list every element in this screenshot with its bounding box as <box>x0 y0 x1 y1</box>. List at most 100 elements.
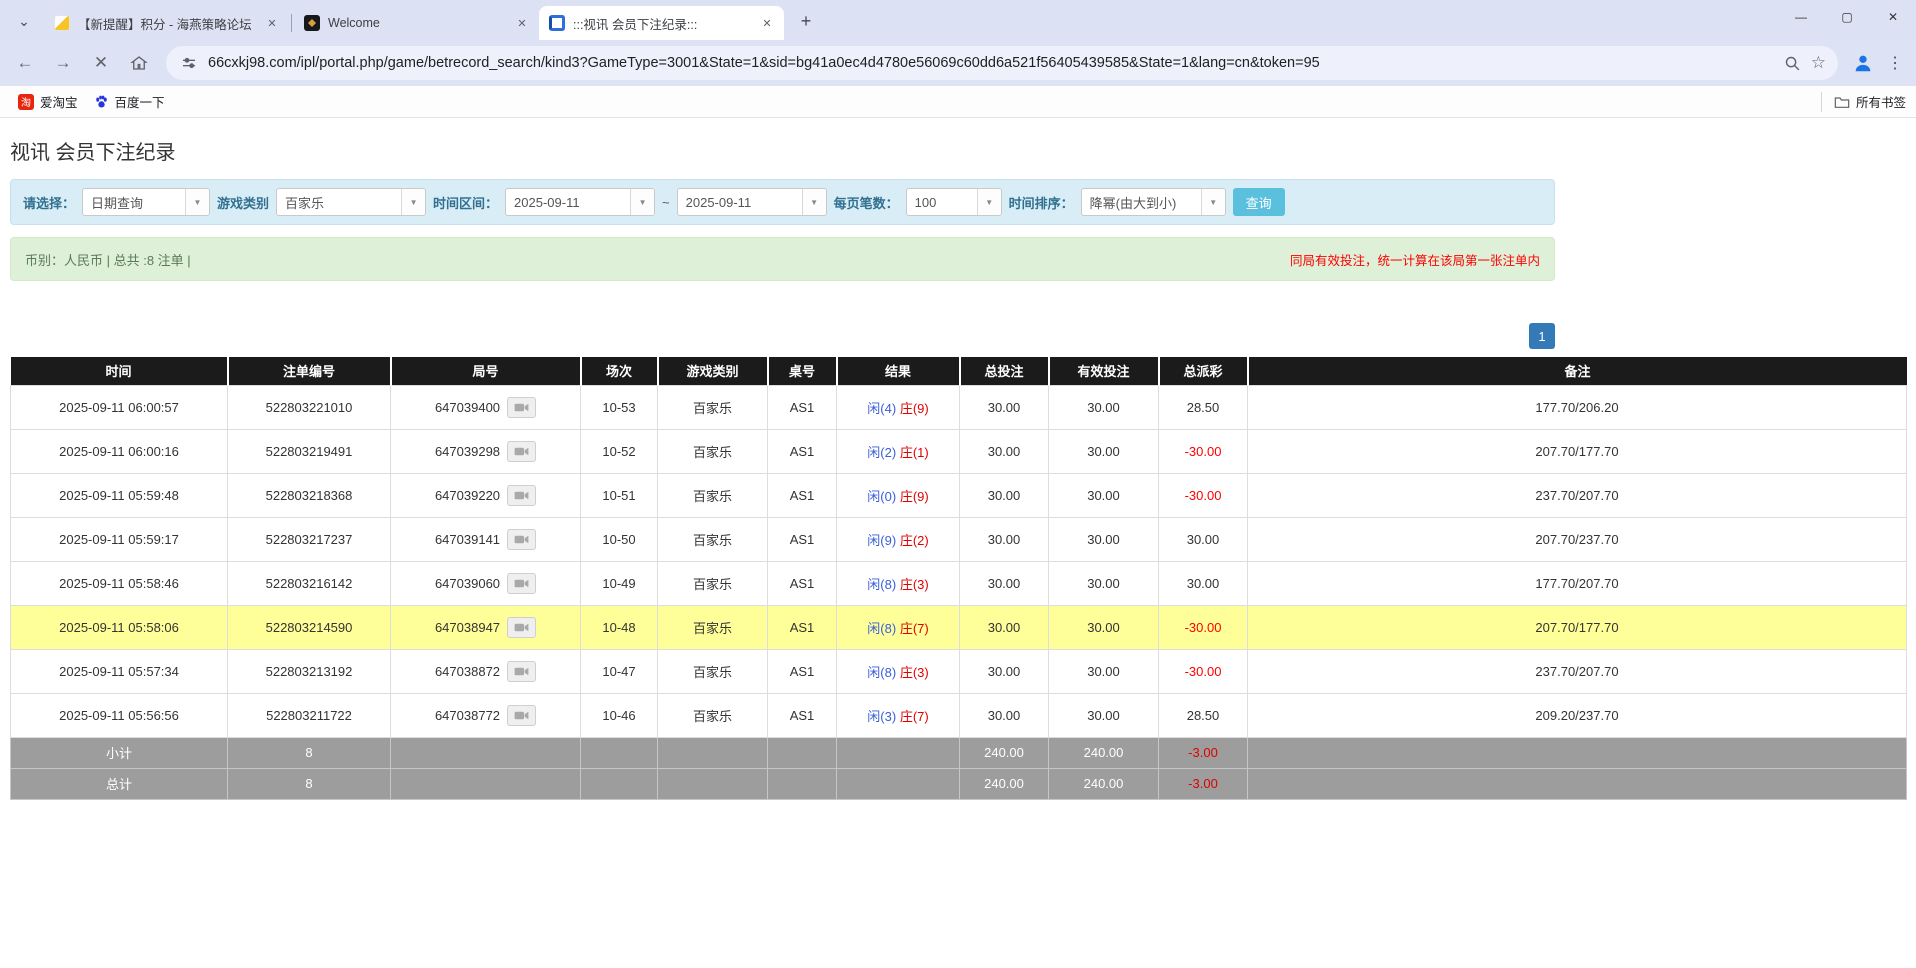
table-header-row: 时间 注单编号 局号 场次 游戏类别 桌号 结果 总投注 有效投注 总派彩 备注 <box>11 357 1907 385</box>
cell-game-type: 百家乐 <box>658 693 768 737</box>
minimize-button[interactable]: — <box>1778 0 1824 34</box>
bookmark-star-icon[interactable]: ☆ <box>1811 53 1826 73</box>
cell-payout: 30.00 <box>1159 561 1248 605</box>
bookmark-baidu[interactable]: 百度一下 <box>86 89 173 114</box>
replay-video-button[interactable] <box>507 705 536 726</box>
cell-result: 闲(9) 庄(2) <box>837 517 960 561</box>
home-icon <box>130 54 148 72</box>
folder-icon <box>1834 95 1850 109</box>
cell-session: 10-53 <box>581 385 658 429</box>
tab-close-icon[interactable]: ✕ <box>263 14 281 32</box>
home-button[interactable] <box>122 46 156 80</box>
game-type-select[interactable]: 百家乐 ▼ <box>276 188 426 216</box>
round-number: 647039298 <box>435 444 500 459</box>
bookmark-label: 百度一下 <box>115 92 165 111</box>
tab-title: 【新提醒】积分 - 海燕策略论坛 <box>78 14 257 33</box>
per-page-value: 100 <box>907 195 977 210</box>
cell-round: 647038947 <box>391 605 581 649</box>
tab-welcome[interactable]: Welcome ✕ <box>294 6 539 40</box>
cell-total-bet[interactable]: 30.00 <box>960 473 1049 517</box>
replay-video-button[interactable] <box>507 441 536 462</box>
cell-valid-bet: 30.00 <box>1049 385 1159 429</box>
result-banker: 庄(9) <box>900 489 929 504</box>
cell-payout: 28.50 <box>1159 385 1248 429</box>
tab-search-chevron-icon[interactable]: ⌄ <box>10 7 38 35</box>
tab-close-icon[interactable]: ✕ <box>758 14 776 32</box>
url-text[interactable]: 66cxkj98.com/ipl/portal.php/game/betreco… <box>208 55 1784 71</box>
replay-video-button[interactable] <box>507 529 536 550</box>
cell-time: 2025-09-11 05:57:34 <box>11 649 228 693</box>
cell-note: 177.70/206.20 <box>1248 385 1907 429</box>
chevron-down-icon[interactable]: ▼ <box>630 189 654 215</box>
cell-bet-id: 522803217237 <box>228 517 391 561</box>
cell-round: 647039400 <box>391 385 581 429</box>
total-row: 总计8240.00240.00-3.00 <box>11 768 1907 799</box>
subtotal-label: 小计 <box>11 737 228 768</box>
table-row: 2025-09-11 06:00:16522803219491647039298… <box>11 429 1907 473</box>
replay-video-button[interactable] <box>507 485 536 506</box>
query-type-select[interactable]: 日期查询 ▼ <box>82 188 210 216</box>
cell-note: 207.70/177.70 <box>1248 429 1907 473</box>
cell-result: 闲(8) 庄(3) <box>837 561 960 605</box>
new-tab-button[interactable]: + <box>792 7 820 35</box>
replay-video-button[interactable] <box>507 573 536 594</box>
query-button[interactable]: 查询 <box>1233 188 1285 216</box>
cell-total-bet[interactable]: 30.00 <box>960 649 1049 693</box>
replay-video-button[interactable] <box>507 661 536 682</box>
subtotal-row: 小计8240.00240.00-3.00 <box>11 737 1907 768</box>
cell-valid-bet: 30.00 <box>1049 649 1159 693</box>
cell-time: 2025-09-11 05:58:46 <box>11 561 228 605</box>
table-row: 2025-09-11 05:59:17522803217237647039141… <box>11 517 1907 561</box>
cell-total-bet[interactable]: 30.00 <box>960 517 1049 561</box>
cell-total-bet[interactable]: 30.00 <box>960 429 1049 473</box>
chevron-down-icon[interactable]: ▼ <box>401 189 425 215</box>
header-result: 结果 <box>837 357 960 385</box>
chevron-down-icon[interactable]: ▼ <box>802 189 826 215</box>
chevron-down-icon[interactable]: ▼ <box>1201 189 1225 215</box>
cell-round: 647039298 <box>391 429 581 473</box>
total-label: 总计 <box>11 768 228 799</box>
table-body: 2025-09-11 06:00:57522803221010647039400… <box>11 385 1907 799</box>
chevron-down-icon[interactable]: ▼ <box>185 189 209 215</box>
date-to-select[interactable]: 2025-09-11 ▼ <box>677 188 827 216</box>
cell-table-no: AS1 <box>768 605 837 649</box>
back-button[interactable]: ← <box>8 46 42 80</box>
result-banker: 庄(3) <box>900 665 929 680</box>
tab-close-icon[interactable]: ✕ <box>513 14 531 32</box>
stop-button[interactable]: ✕ <box>84 46 118 80</box>
result-player: 闲(9) <box>867 533 896 548</box>
close-window-button[interactable]: ✕ <box>1870 0 1916 34</box>
cell-valid-bet: 30.00 <box>1049 473 1159 517</box>
cell-round: 647039141 <box>391 517 581 561</box>
tab-forum[interactable]: 【新提醒】积分 - 海燕策略论坛 ✕ <box>44 6 289 40</box>
site-settings-icon[interactable] <box>178 52 200 74</box>
round-number: 647039220 <box>435 488 500 503</box>
bookmark-aitaobao[interactable]: 淘 爱淘宝 <box>10 89 86 114</box>
video-replay-icon <box>514 666 529 677</box>
cell-total-bet[interactable]: 30.00 <box>960 693 1049 737</box>
date-to-value: 2025-09-11 <box>678 195 802 210</box>
all-bookmarks-button[interactable]: 所有书签 <box>1821 92 1906 112</box>
maximize-button[interactable]: ▢ <box>1824 0 1870 34</box>
tab-bet-record[interactable]: :::视讯 会员下注纪录::: ✕ <box>539 6 784 40</box>
replay-video-button[interactable] <box>507 397 536 418</box>
total-count: 8 <box>228 768 391 799</box>
zoom-icon[interactable] <box>1784 55 1801 72</box>
result-player: 闲(3) <box>867 709 896 724</box>
url-bar[interactable]: 66cxkj98.com/ipl/portal.php/game/betreco… <box>166 46 1838 80</box>
date-from-select[interactable]: 2025-09-11 ▼ <box>505 188 655 216</box>
cell-total-bet[interactable]: 30.00 <box>960 561 1049 605</box>
replay-video-button[interactable] <box>507 617 536 638</box>
cell-total-bet[interactable]: 30.00 <box>960 385 1049 429</box>
chevron-down-icon[interactable]: ▼ <box>977 189 1001 215</box>
browser-menu-icon[interactable]: ⋮ <box>1882 48 1908 78</box>
cell-valid-bet: 30.00 <box>1049 517 1159 561</box>
profile-avatar[interactable] <box>1848 48 1878 78</box>
forward-button[interactable]: → <box>46 46 80 80</box>
cell-total-bet[interactable]: 30.00 <box>960 605 1049 649</box>
sort-select[interactable]: 降幂(由大到小) ▼ <box>1081 188 1226 216</box>
table-row: 2025-09-11 05:56:56522803211722647038772… <box>11 693 1907 737</box>
per-page-select[interactable]: 100 ▼ <box>906 188 1002 216</box>
result-player: 闲(4) <box>867 401 896 416</box>
page-number-button[interactable]: 1 <box>1529 323 1555 349</box>
